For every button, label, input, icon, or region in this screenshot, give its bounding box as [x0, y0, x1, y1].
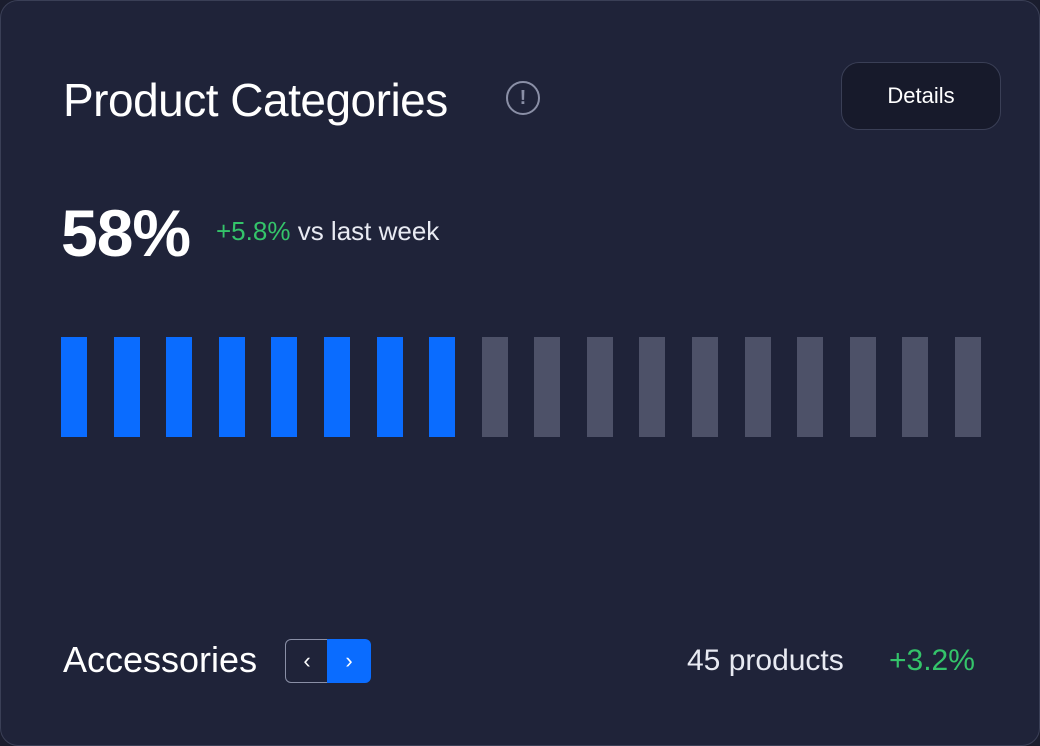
segmented-progress-bar — [61, 337, 981, 437]
weekly-change-value: +5.8% — [216, 216, 291, 246]
progress-segment-filled — [271, 337, 297, 437]
progress-segment-empty — [797, 337, 823, 437]
product-count: 45 products — [687, 644, 844, 677]
progress-segment-filled — [114, 337, 140, 437]
progress-segment-filled — [324, 337, 350, 437]
product-change: +3.2% — [889, 644, 975, 677]
card-title: Product Categories — [63, 74, 448, 126]
category-name: Accessories — [63, 639, 258, 680]
chevron-left-icon: ‹ — [303, 648, 311, 673]
progress-segment-filled — [429, 337, 455, 437]
progress-segment-empty — [639, 337, 665, 437]
progress-segment-empty — [955, 337, 981, 437]
progress-segment-filled — [377, 337, 403, 437]
progress-segment-empty — [534, 337, 560, 437]
progress-segment-empty — [692, 337, 718, 437]
progress-segment-filled — [219, 337, 245, 437]
chevron-right-icon: › — [345, 648, 353, 673]
progress-segment-empty — [902, 337, 928, 437]
progress-segment-empty — [587, 337, 613, 437]
next-category-button[interactable]: › — [327, 639, 371, 683]
category-nav: ‹ › — [285, 639, 371, 683]
weekly-change: +5.8% vs last week — [216, 216, 439, 247]
weekly-change-label: vs last week — [297, 216, 440, 246]
progress-segment-filled — [61, 337, 87, 437]
progress-segment-empty — [850, 337, 876, 437]
prev-category-button[interactable]: ‹ — [285, 639, 329, 683]
progress-segment-filled — [166, 337, 192, 437]
product-categories-card: Product Categories ! Details 58% +5.8% v… — [0, 0, 1040, 746]
progress-segment-empty — [745, 337, 771, 437]
info-icon[interactable]: ! — [506, 81, 540, 115]
details-button[interactable]: Details — [841, 62, 1001, 130]
progress-segment-empty — [482, 337, 508, 437]
percentage-value: 58% — [61, 196, 191, 270]
